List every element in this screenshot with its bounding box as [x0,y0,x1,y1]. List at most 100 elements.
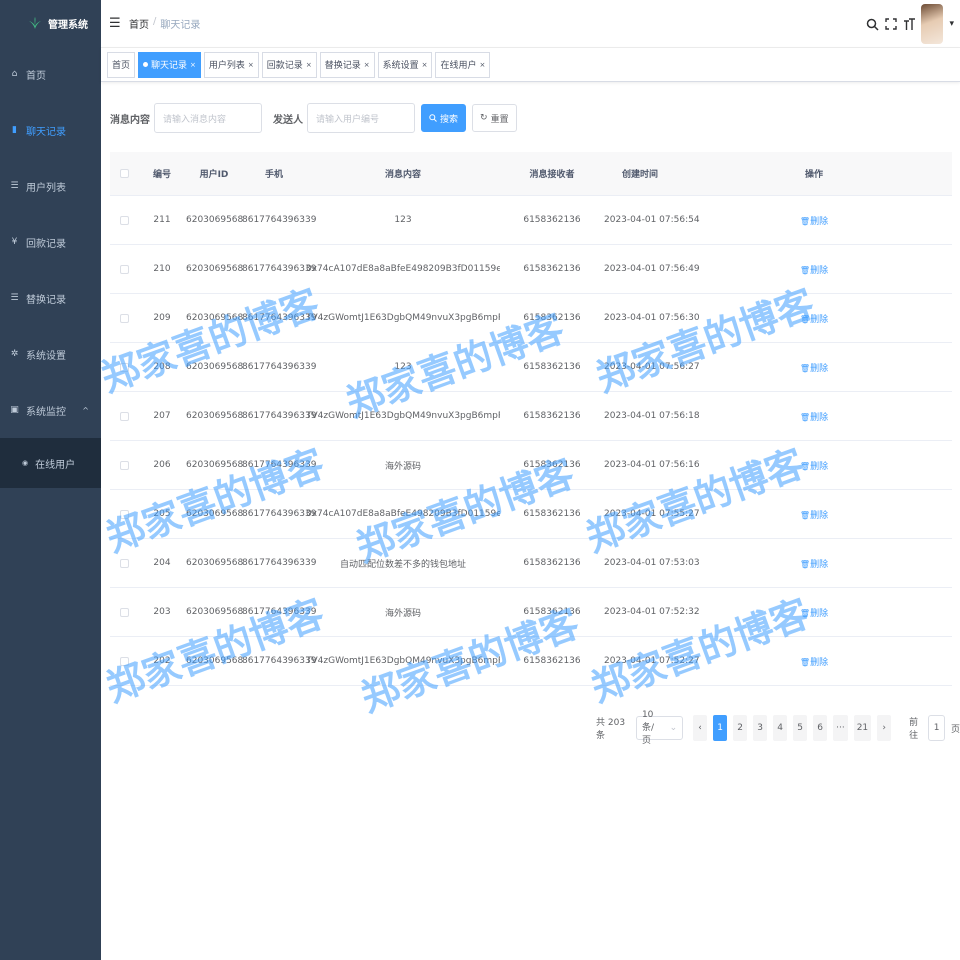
fullscreen-icon[interactable] [885,18,898,30]
table-header: 编号 用户ID 手机 消息内容 消息接收者 创建时间 操作 [110,152,952,196]
sidebar-item[interactable]: ☰ 用户列表 [0,158,101,214]
cell-message: 海外源码 [384,608,421,619]
page-button[interactable]: 1 [713,715,728,741]
cell-user-id: 6203069568 [186,362,244,372]
delete-button[interactable]: 🗑删除 [800,609,828,619]
tag[interactable]: 聊天记录 × [138,51,201,78]
header-user-id[interactable]: 用户ID [186,167,242,180]
delete-button[interactable]: 🗑删除 [800,364,828,374]
delete-button[interactable]: 🗑删除 [800,315,828,325]
page-button[interactable]: 4 [773,715,788,741]
row-checkbox[interactable] [119,313,129,323]
row-checkbox[interactable] [119,656,129,666]
close-icon[interactable]: × [190,61,196,69]
search-button[interactable]: 搜索 [421,104,467,132]
avatar-dropdown-icon[interactable]: ▾ [949,19,954,29]
cell-created-time: 2023-04-01 07:56:27 [604,362,700,372]
delete-button[interactable]: 🗑删除 [800,266,828,276]
navbar-right: ▾ [866,0,954,48]
cell-user-id: 6203069568 [186,411,244,421]
page-button[interactable]: 6 [813,715,828,741]
header-id[interactable]: 编号 [138,167,186,180]
close-icon[interactable]: × [306,61,312,69]
cell-phone: 8617764396339 [242,215,317,225]
close-icon[interactable]: × [248,61,254,69]
tag[interactable]: 首页 [107,51,136,78]
close-icon[interactable]: × [479,61,485,69]
sidebar-item[interactable]: ¥ 回款记录 [0,214,101,270]
page-button[interactable]: 2 [733,715,748,741]
page-button[interactable]: 21 [853,715,872,741]
header-phone[interactable]: 手机 [242,167,306,180]
row-checkbox[interactable] [119,362,129,372]
select-all-checkbox[interactable] [119,169,129,178]
page-button[interactable]: 3 [753,715,768,741]
close-icon[interactable]: × [364,61,370,69]
sidebar-subitem[interactable]: ◉ 在线用户 [0,438,101,488]
message-input[interactable]: 请输入消息内容 [154,103,262,133]
tag[interactable]: 回款记录 × [261,51,317,78]
page-size-select[interactable]: 10条/页 ⌄ [635,710,684,746]
row-checkbox[interactable] [119,264,129,274]
sender-input[interactable]: 请输入用户编号 [307,103,415,133]
page-button[interactable]: 5 [793,715,808,741]
reset-button[interactable]: ↻ 重置 [472,104,517,132]
cell-receiver: 6158362136 [523,411,581,421]
sidebar-item[interactable]: ▮ 聊天记录 [0,102,101,158]
breadcrumb-home[interactable]: 首页 [129,16,149,31]
sidebar-item[interactable]: ☰ 替换记录 [0,270,101,326]
delete-button[interactable]: 🗑删除 [800,560,828,570]
cell-phone: 8617764396339 [242,411,317,421]
delete-button[interactable]: 🗑删除 [800,511,828,521]
row-checkbox[interactable] [119,607,129,617]
cell-user-id: 6203069568 [186,656,244,666]
font-size-icon[interactable] [903,17,916,31]
delete-button[interactable]: 🗑删除 [800,658,828,668]
header-created-time[interactable]: 创建时间 [604,167,676,180]
page-size-value: 10条/页 [641,710,654,746]
trash-icon: 🗑 [799,510,811,520]
row-checkbox[interactable] [119,460,129,470]
row-checkbox[interactable] [119,411,129,421]
table-row: 203 6203069568 8617764396339 海外源码 6158362136… [110,588,952,637]
reset-button-label: 重置 [490,114,509,125]
cell-phone: 8617764396339 [242,558,317,568]
message-label: 消息内容 [110,114,150,126]
row-checkbox[interactable] [119,558,129,568]
sidebar-item[interactable]: ⌂ 首页 [0,46,101,102]
logo[interactable]: 管理系统 [0,0,101,46]
delete-label: 删除 [810,510,829,521]
goto-page-input[interactable]: 1 [928,715,945,741]
delete-label: 删除 [810,216,829,227]
navbar: ☰ 首页 / 聊天记录 ▾ [101,0,960,48]
search-icon[interactable] [866,18,879,31]
tag[interactable]: 用户列表 × [203,51,259,78]
goto-label: 前往 [909,718,919,741]
delete-button[interactable]: 🗑删除 [800,217,828,227]
row-checkbox[interactable] [119,509,129,519]
prev-page-button[interactable]: ‹ [693,715,708,741]
delete-button[interactable]: 🗑删除 [800,462,828,472]
tag-label: 用户列表 [208,61,245,71]
cell-id: 206 [153,460,171,470]
table-row: 207 6203069568 8617764396339 TV4zGWomtJ1E63… [110,392,952,441]
tag[interactable]: 系统设置 × [377,51,433,78]
cell-user-id: 6203069568 [186,460,244,470]
sidebar-item[interactable]: ▣ 系统监控 ^ [0,382,101,438]
cell-id: 203 [153,607,171,617]
next-page-button[interactable]: › [877,715,892,741]
tag[interactable]: 替换记录 × [319,51,375,78]
close-icon[interactable]: × [422,61,428,69]
header-message[interactable]: 消息内容 [306,167,500,180]
hamburger-icon[interactable]: ☰ [109,16,121,31]
sidebar-item[interactable]: ✲ 系统设置 [0,326,101,382]
header-receiver[interactable]: 消息接收者 [500,167,604,180]
avatar[interactable] [921,4,944,44]
sidebar-item-label: 聊天记录 [26,126,66,138]
delete-button[interactable]: 🗑删除 [800,413,828,423]
table-row: 209 6203069568 8617764396339 TV4zGWomtJ1E63… [110,294,952,343]
row-checkbox[interactable] [119,215,129,225]
app: 管理系统 ⌂ 首页 ▮ 聊天记录 ☰ 用户列表 ¥ 回款记录 ☰ 替换记录 ✲ 系统设置 ▣ 系统监控 ^ ◉… [0,0,960,960]
tag[interactable]: 在线用户 × [435,51,491,78]
page-button[interactable]: ··· [833,715,848,741]
